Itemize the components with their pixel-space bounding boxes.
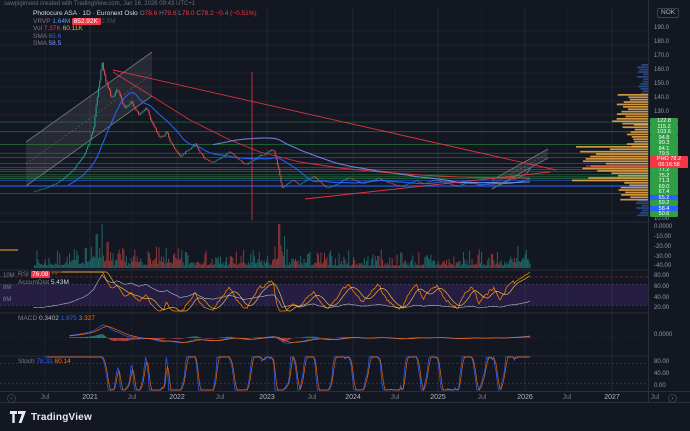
- volume-axis-label: -20.00: [654, 244, 671, 250]
- indicator-value: 1.64M: [52, 18, 72, 25]
- indicator-legend-row[interactable]: SMA 58.5: [33, 40, 257, 48]
- change-value: −0.4 (−0.51%): [216, 10, 257, 17]
- indicator-value: 2.5M: [101, 18, 115, 25]
- price-axis[interactable]: NOK 190.0180.0170.0160.0150.0140.0130.03…: [648, 0, 690, 403]
- accumdist-axis-label: 10M: [3, 273, 15, 279]
- indicator-value: 58.5: [49, 40, 62, 47]
- rsi-axis-label: 20.00: [654, 305, 669, 311]
- rsi-legend[interactable]: RSI 76.08 •• AccumDist 5.43M: [18, 271, 69, 286]
- accumdist-axis-label: 6M: [3, 297, 11, 303]
- macd-values: 0.3402 1.875 3.327: [39, 315, 95, 322]
- price-axis-label: 150.0: [654, 81, 669, 87]
- rsi-hidden-values-icon: ••: [52, 271, 59, 278]
- stoch-values: 78.31 80.14: [36, 358, 70, 365]
- time-axis-label: 2024: [345, 394, 361, 402]
- time-axis-label: 2023: [259, 394, 275, 402]
- time-axis-label: Jul: [308, 394, 317, 402]
- chart-plot-area[interactable]: [0, 8, 648, 391]
- rsi-label: RSI: [18, 271, 29, 278]
- indicator-value: 78.31: [36, 358, 52, 365]
- last-price-label: PHO 78.206:16:58: [650, 156, 688, 168]
- volume-axis-label: 0.0000: [654, 224, 672, 230]
- currency-button[interactable]: NOK: [657, 8, 679, 18]
- time-axis[interactable]: ‹ › Jul 2021 Jul 2022 Jul 2023 Jul 2024 Jul 2025 J…: [0, 391, 690, 403]
- footer-bar: TradingView: [0, 403, 690, 431]
- price-axis-label: 190.0: [654, 25, 669, 31]
- price-axis-label: 130.0: [654, 109, 669, 115]
- time-axis-label: Jul: [651, 394, 660, 402]
- price-axis-label: 180.0: [654, 39, 669, 45]
- indicator-name: VRVP: [33, 18, 52, 25]
- accumdist-axis-label: 8M: [3, 285, 11, 291]
- indicator-value: 0.3402: [39, 315, 59, 322]
- indicator-name: SMA: [33, 40, 49, 47]
- series-legend-row[interactable]: Photocure ASA · 1D · Euronext Oslo O78.6…: [33, 10, 257, 18]
- time-axis-label: 2026: [517, 394, 533, 402]
- price-axis-label: 160.0: [654, 67, 669, 73]
- price-axis-label: 140.0: [654, 95, 669, 101]
- price-axis-label: 170.0: [654, 53, 669, 59]
- indicator-name: SMA: [33, 33, 49, 40]
- macd-legend[interactable]: MACD 0.3402 1.875 3.327: [18, 315, 95, 323]
- indicator-value: 60.11K: [63, 25, 83, 32]
- stoch-legend[interactable]: Stoch 78.31 80.14: [18, 358, 71, 366]
- time-axis-label: Jul: [391, 394, 400, 402]
- rsi-axis-label: 80.00: [654, 273, 669, 279]
- indicator-value: 7.37K: [44, 25, 63, 32]
- indicator-name: Vol: [33, 25, 44, 32]
- time-axis-label: Jul: [478, 394, 487, 402]
- ohlc-values: O78.6 H79.6 L78.0 C78.2: [140, 10, 214, 17]
- volume-axis-label: -10.00: [654, 234, 671, 240]
- indicator-legend-row[interactable]: VRVP 1.64M 852.92K 2.5M: [33, 18, 257, 26]
- tradingview-brand-text: TradingView: [31, 412, 92, 423]
- volume-axis-label: -30.00: [654, 254, 671, 260]
- scroll-right-icon[interactable]: ›: [668, 394, 677, 403]
- stoch-label: Stoch: [18, 358, 35, 365]
- main-legend: Photocure ASA · 1D · Euronext Oslo O78.6…: [33, 10, 257, 48]
- stoch-axis-label: 0.00: [654, 383, 666, 389]
- time-axis-label: 2022: [169, 394, 185, 402]
- rsi-axis-label: 40.00: [654, 295, 669, 301]
- indicator-value: 80.14: [53, 358, 71, 365]
- series-title: Photocure ASA · 1D · Euronext Oslo: [33, 10, 138, 17]
- rsi-value: 76.08: [31, 271, 50, 278]
- time-axis-label: 2021: [82, 394, 98, 402]
- accumdist-label: AccumDist: [18, 279, 49, 286]
- indicator-value: 65.6: [49, 33, 62, 40]
- tradingview-logo-icon: [10, 411, 26, 423]
- time-axis-label: 2025: [430, 394, 446, 402]
- time-axis-label: Jul: [563, 394, 572, 402]
- time-axis-label: 2027: [604, 394, 620, 402]
- indicator-legend-row[interactable]: Vol 7.37K 60.11K: [33, 25, 257, 33]
- rsi-axis-label: 60.00: [654, 284, 669, 290]
- macd-axis-label: 0.0000: [654, 332, 672, 338]
- scroll-left-icon[interactable]: ‹: [7, 394, 16, 403]
- tradingview-logo[interactable]: TradingView: [10, 411, 92, 423]
- macd-label: MACD: [18, 315, 37, 322]
- time-axis-label: Jul: [216, 394, 225, 402]
- time-axis-label: Jul: [41, 394, 50, 402]
- volume-axis-label: -40.00: [654, 263, 671, 269]
- time-axis-label: Jul: [128, 394, 137, 402]
- indicator-value: 852.92K: [72, 18, 101, 25]
- stoch-axis-label: 40.00: [654, 371, 669, 377]
- accumdist-value: 5.43M: [51, 279, 69, 286]
- indicator-legend-row[interactable]: SMA 65.6: [33, 33, 257, 41]
- indicator-value: 1.875: [59, 315, 77, 322]
- snapshot-attribution: sawpiginvest created with TradingView.co…: [0, 0, 690, 8]
- indicator-value: 3.327: [77, 315, 95, 322]
- indicator-legend-rows: VRVP 1.64M 852.92K 2.5M Vol 7.37K 60.11K…: [33, 18, 257, 48]
- price-level-label: 50.6: [650, 211, 678, 217]
- stoch-axis-label: 80.00: [654, 359, 669, 365]
